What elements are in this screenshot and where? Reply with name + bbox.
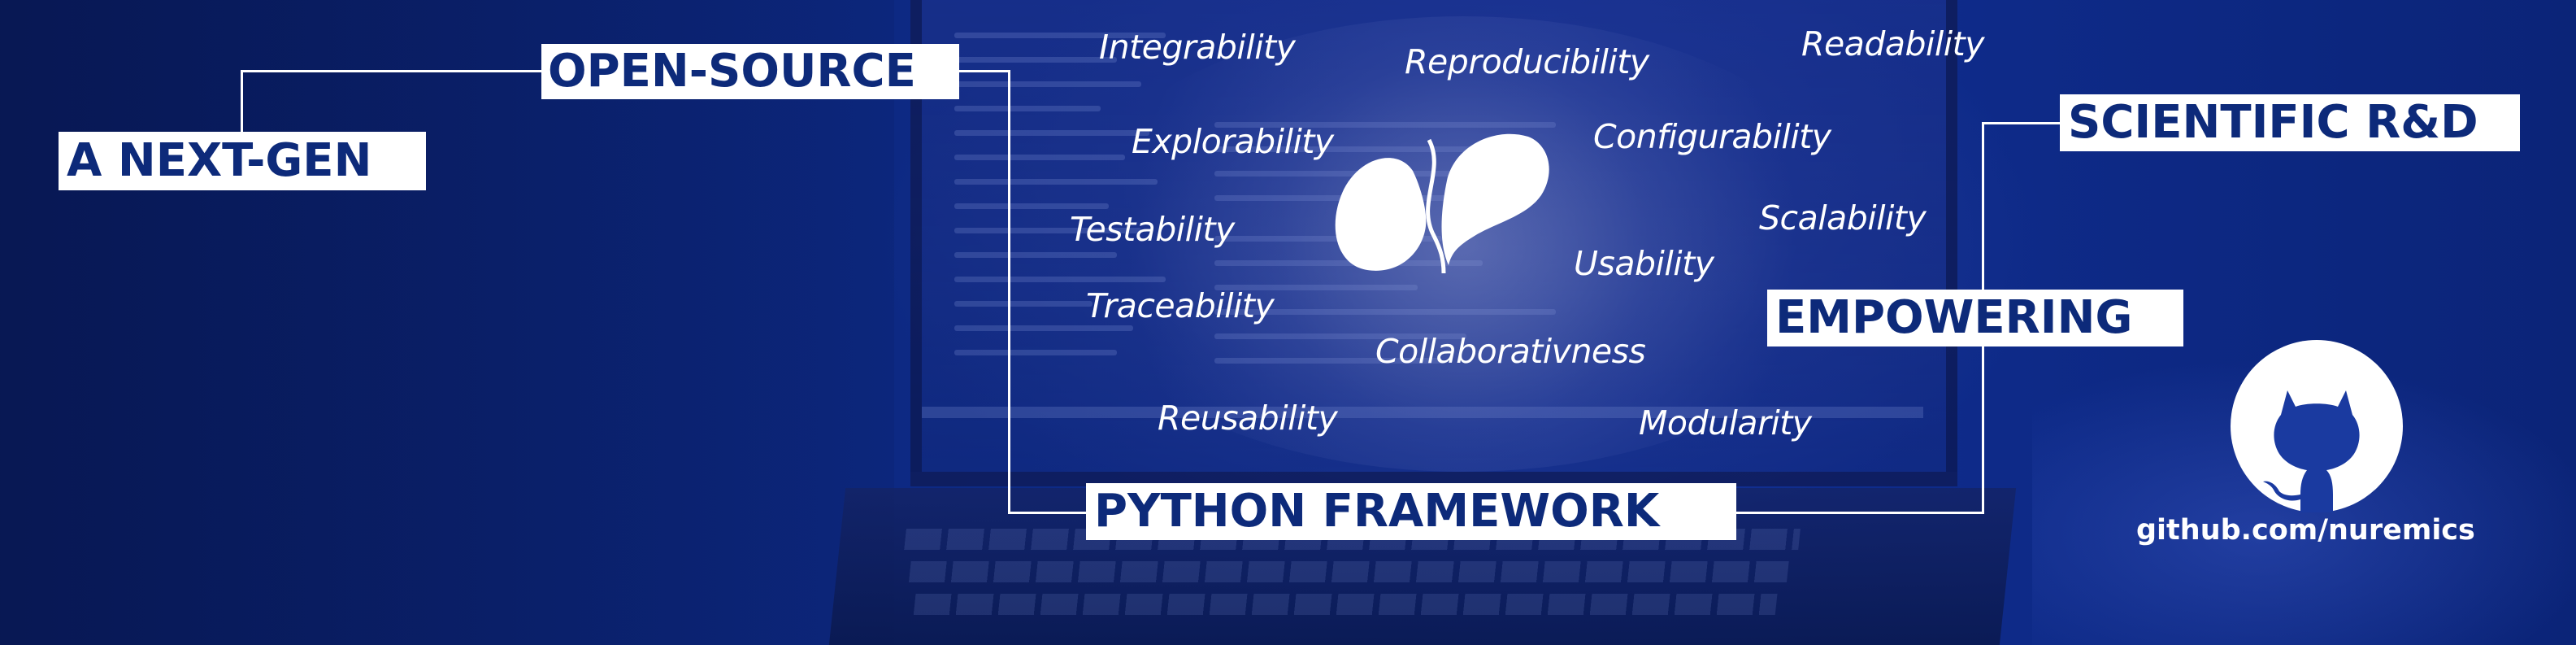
quality-word: Integrability: [1099, 28, 1296, 67]
quality-word: Reusability: [1158, 399, 1338, 438]
label-scientific-rd: SCIENTIFIC R&D: [2060, 94, 2520, 151]
connector-line: [1982, 122, 2060, 124]
quality-word: Readability: [1801, 24, 1985, 63]
github-octocat-icon[interactable]: [2231, 340, 2403, 512]
connector-line: [1008, 70, 1010, 514]
connector-line: [1736, 512, 1983, 514]
connector-line: [241, 70, 243, 133]
label-python-framework: PYTHON FRAMEWORK: [1086, 483, 1736, 540]
quality-word: Testability: [1070, 210, 1235, 249]
quality-word: Collaborativness: [1375, 332, 1646, 371]
label-open-source: OPEN-SOURCE: [541, 44, 959, 99]
connector-line: [959, 70, 1010, 72]
quality-word: Scalability: [1759, 198, 1927, 238]
quality-word: Explorability: [1132, 122, 1334, 161]
label-next-gen: A NEXT-GEN: [59, 132, 426, 190]
banner: A NEXT-GEN OPEN-SOURCE SCIENTIFIC R&D EM…: [0, 0, 2576, 645]
label-empowering: EMPOWERING: [1767, 290, 2183, 346]
quality-word: Traceability: [1086, 286, 1275, 325]
nuremics-logo-icon: [1335, 133, 1549, 274]
github-url-link[interactable]: github.com/nuremics: [2136, 516, 2475, 545]
quality-word: Modularity: [1639, 403, 1812, 442]
quality-word: Usability: [1574, 244, 1714, 283]
connector-line: [241, 70, 541, 72]
quality-word: Reproducibility: [1405, 42, 1649, 81]
connector-line: [1008, 512, 1086, 514]
quality-word: Configurability: [1593, 117, 1831, 156]
